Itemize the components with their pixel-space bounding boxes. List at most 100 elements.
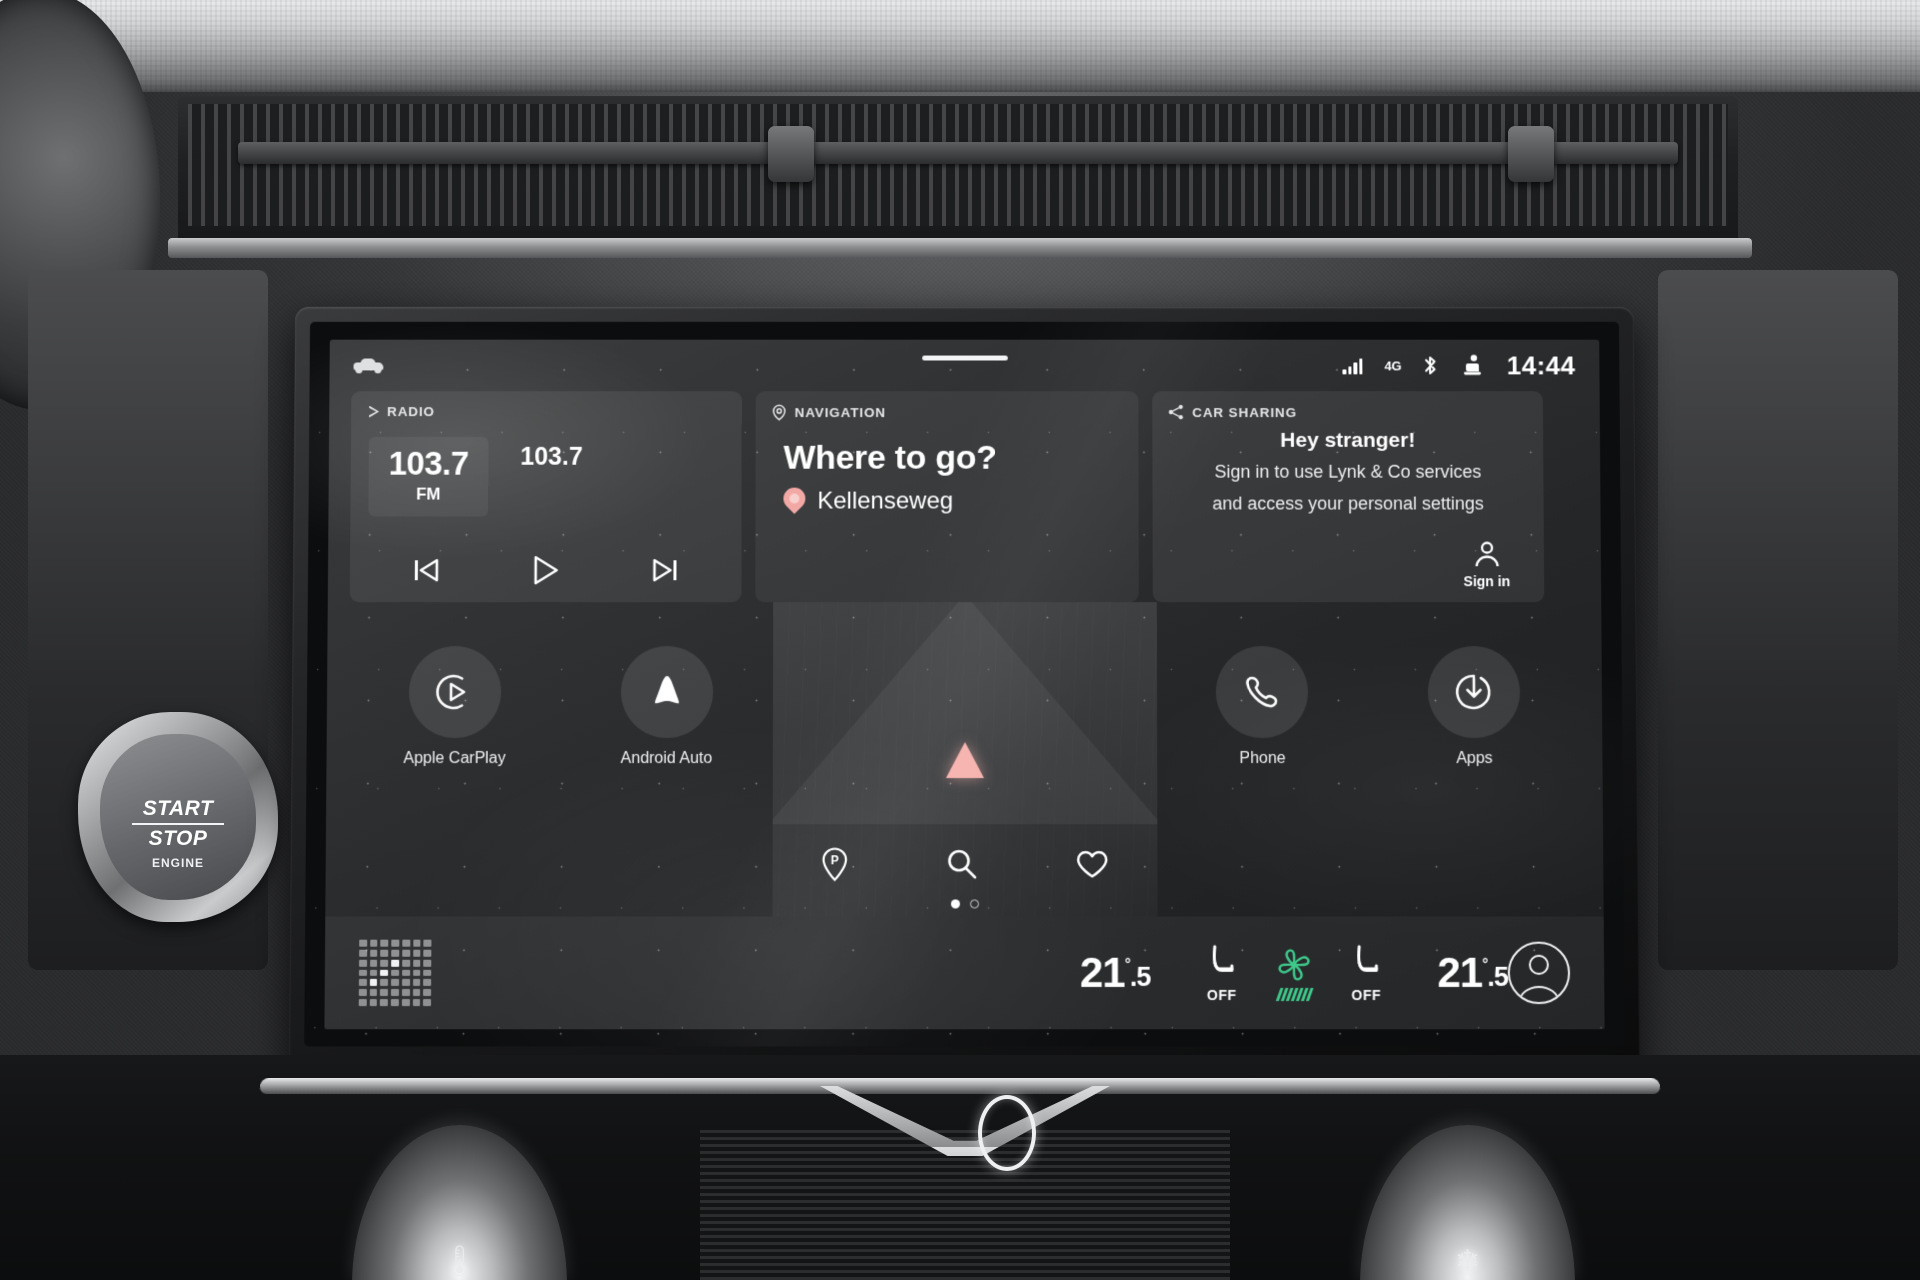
cowl-texture [0, 0, 1920, 92]
start-label: START [142, 797, 214, 820]
clock: 14:44 [1506, 350, 1576, 380]
fan-speed-bars [1275, 987, 1313, 1001]
dash-trim-right [1658, 270, 1898, 970]
seat-heater-icon [1204, 943, 1238, 983]
app-label: Android Auto [620, 750, 713, 768]
app-label: Apps [1456, 750, 1493, 768]
bluetooth-icon [1423, 355, 1438, 377]
user-avatar-icon[interactable] [1507, 941, 1571, 1005]
network-type-label: 4G [1384, 358, 1402, 373]
radio-card[interactable]: RADIO 103.7 FM 103.7 [349, 391, 742, 603]
radio-station-name: 103.7 [520, 442, 583, 471]
app-label: Apple CarPlay [403, 750, 506, 768]
skip-previous-icon[interactable] [412, 556, 442, 584]
driver-temp-decimal: .5 [1129, 961, 1151, 992]
car-sharing-card-header: CAR SHARING [1152, 391, 1543, 420]
play-triangle-icon [369, 406, 379, 418]
radio-frequency-tile[interactable]: 103.7 FM [368, 436, 489, 517]
play-icon[interactable] [531, 554, 561, 586]
card-row: RADIO 103.7 FM 103.7 NAVIGATION Where to… [328, 391, 1601, 603]
app-android-auto[interactable]: Android Auto [596, 646, 736, 768]
seat-ventilation-matrix-icon[interactable] [358, 939, 432, 1007]
driver-temp-whole: 21 [1079, 948, 1125, 997]
sign-in-button[interactable]: Sign in [1463, 539, 1510, 589]
radio-band: FM [416, 484, 441, 504]
climate-bar: 21 ° .5 OFF OFF 21 ° .5 [324, 916, 1605, 1030]
navigation-map[interactable]: P [771, 602, 1158, 917]
car-sharing-body-line1: Sign in to use Lynk & Co services [1214, 461, 1482, 482]
navigation-destination-label: Kellenseweg [817, 487, 954, 515]
status-indicators: 4G 14:44 [1342, 350, 1576, 381]
status-bar: 4G 14:44 [329, 340, 1599, 392]
vehicle-heading-arrow-icon [945, 742, 984, 779]
brand-logo [978, 1095, 1036, 1171]
start-stop-engine-button[interactable]: START STOP ENGINE [78, 712, 278, 922]
search-icon[interactable] [945, 847, 979, 881]
cellular-signal-icon [1342, 357, 1363, 374]
infotainment-bezel: 4G 14:44 RADIO 103.7 FM 103.7 NAVIGATION… [288, 306, 1641, 1097]
driver-seat-heater[interactable]: OFF [1204, 943, 1238, 1003]
left-app-shortcuts: Apple CarPlay Android Auto [347, 602, 772, 916]
app-phone[interactable]: Phone [1192, 646, 1332, 768]
seat-heater-icon [1349, 943, 1383, 983]
page-dot[interactable] [969, 899, 979, 909]
app-apps[interactable]: Apps [1404, 646, 1545, 768]
radio-card-header: RADIO [351, 391, 742, 419]
carplay-icon [408, 646, 502, 739]
vent-adjust-bar[interactable] [238, 142, 1678, 164]
fan-control[interactable] [1275, 945, 1313, 1001]
page-dot-active[interactable] [950, 899, 960, 909]
car-sharing-body-line2: and access your personal settings [1212, 493, 1484, 514]
android-auto-icon [620, 646, 713, 739]
engine-label: ENGINE [151, 856, 204, 870]
parking-pin-icon[interactable]: P [820, 846, 850, 882]
start-stop-divider [132, 823, 224, 825]
radio-body: 103.7 FM 103.7 [350, 419, 741, 517]
temperature-knob-glyph: 🌡 [440, 1245, 479, 1278]
fan-icon [1275, 945, 1313, 983]
navigation-title: Where to go? [783, 438, 997, 477]
stop-label: STOP [148, 827, 208, 850]
heart-icon[interactable] [1075, 849, 1109, 880]
apps-power-icon [1427, 646, 1521, 739]
car-sharing-title: Hey stranger! [1280, 428, 1416, 452]
heading-cone [771, 602, 1158, 825]
radio-header-label: RADIO [387, 404, 435, 420]
car-sharing-card[interactable]: CAR SHARING Hey stranger! Sign in to use… [1152, 391, 1545, 603]
seat-occupant-icon [1463, 354, 1481, 375]
passenger-temp-whole: 21 [1437, 948, 1483, 997]
navigation-card-header: NAVIGATION [756, 391, 1139, 421]
main-area: Apple CarPlay Android Auto P Phone Apps [325, 602, 1603, 917]
passenger-seat-heater[interactable]: OFF [1349, 943, 1383, 1003]
windshield-cowl [0, 0, 1920, 92]
driver-temperature[interactable]: 21 ° .5 [1080, 949, 1151, 997]
right-app-shortcuts: Phone Apps [1156, 602, 1581, 916]
share-icon [1168, 404, 1183, 420]
navigation-destination-row[interactable]: Kellenseweg [778, 483, 1138, 516]
infotainment-screen[interactable]: 4G 14:44 RADIO 103.7 FM 103.7 NAVIGATION… [304, 321, 1625, 1047]
skip-next-icon[interactable] [649, 556, 679, 584]
drag-handle[interactable] [921, 355, 1008, 361]
page-indicator [950, 899, 979, 909]
start-stop-face: START STOP ENGINE [100, 734, 256, 900]
vent-slats [188, 104, 1728, 226]
vent-knob-right[interactable] [1508, 126, 1554, 182]
location-pin-icon [772, 404, 787, 421]
vent-knob-left[interactable] [768, 126, 814, 182]
passenger-temp-decimal: .5 [1487, 961, 1508, 992]
svg-text:P: P [831, 854, 839, 868]
passenger-temperature[interactable]: 21 ° .5 [1437, 949, 1508, 997]
radio-frequency: 103.7 [388, 444, 469, 482]
driver-seat-state: OFF [1206, 986, 1237, 1003]
app-label: Phone [1239, 750, 1286, 768]
phone-handset-icon [1216, 646, 1309, 739]
center-air-vent [178, 96, 1738, 246]
infotainment-ui: 4G 14:44 RADIO 103.7 FM 103.7 NAVIGATION… [324, 339, 1605, 1030]
fan-knob-glyph: ❄ [1454, 1245, 1481, 1278]
app-apple-carplay[interactable]: Apple CarPlay [384, 646, 525, 768]
navigation-card[interactable]: NAVIGATION Where to go? Kellenseweg [755, 391, 1139, 603]
sign-in-label: Sign in [1463, 573, 1511, 590]
car-icon[interactable] [353, 358, 384, 374]
map-tool-row: P [772, 846, 1157, 882]
car-sharing-header-label: CAR SHARING [1192, 404, 1298, 420]
